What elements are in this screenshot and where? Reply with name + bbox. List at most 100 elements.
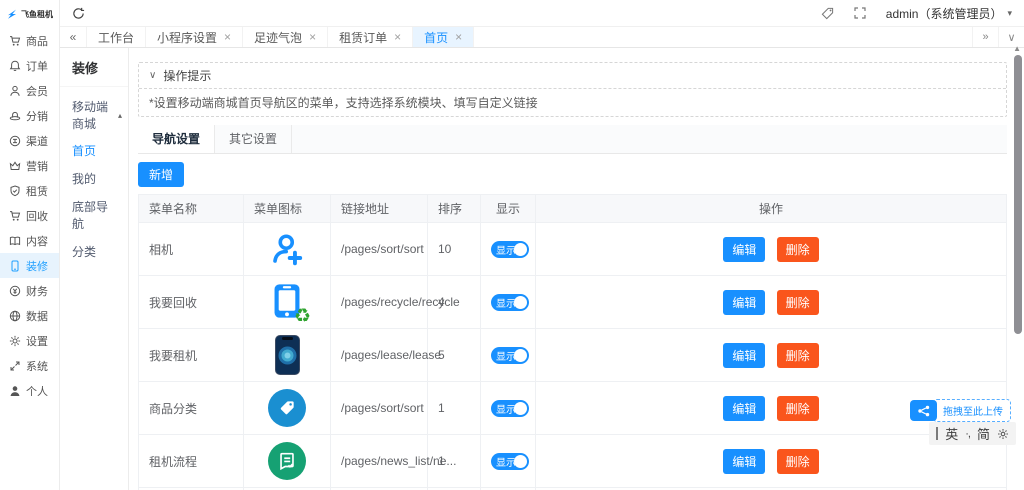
submenu-list: 首页 我的 底部导航 分类: [60, 136, 128, 265]
ime-toolbar[interactable]: 英 ·, 简: [929, 422, 1016, 445]
toggle-label: 显示: [496, 245, 516, 257]
system-icon: [9, 360, 21, 372]
cart-icon: [9, 210, 21, 222]
sidebar-item-label: 财务: [26, 285, 48, 298]
logo-icon: [6, 8, 18, 20]
show-toggle[interactable]: 显示: [491, 240, 529, 258]
edit-button[interactable]: 编辑: [723, 448, 766, 474]
submenu: 装修 移动端商城 ▴ 首页 我的 底部导航 分类: [60, 48, 129, 490]
table-header-row: 菜单名称 菜单图标 链接地址 排序 显示 操作: [138, 194, 1007, 223]
submenu-item-home[interactable]: 首页: [60, 136, 128, 164]
sidebar-item-label: 分销: [26, 110, 48, 123]
sidebar-item-label: 个人: [26, 385, 48, 398]
chevron-down-icon: ▾: [1007, 7, 1012, 18]
tabs-collapse-button[interactable]: «: [60, 27, 87, 47]
sidebar: 飞鱼租机 商品 订单 会员 分销 渠道 营销 租赁 回收 内容 装修 财务 数据…: [0, 0, 60, 490]
edit-button[interactable]: 编辑: [723, 236, 766, 262]
link-address: /pages/lease/lease: [330, 328, 441, 382]
sidebar-item-personal[interactable]: 个人: [0, 378, 59, 403]
ime-mode[interactable]: 简: [977, 424, 990, 443]
sort-value: 10: [427, 222, 481, 276]
hint-text: *设置移动端商城首页导航区的菜单，支持选择系统模块、填写自定义链接: [149, 96, 538, 110]
sidebar-item-members[interactable]: 会员: [0, 78, 59, 103]
link-address: /pages/sort/sort: [330, 381, 428, 435]
delete-button[interactable]: 删除: [776, 395, 819, 421]
tabs-expand-button[interactable]: »: [972, 27, 998, 47]
tag-icon[interactable]: [821, 7, 834, 20]
delete-button[interactable]: 删除: [776, 236, 819, 262]
delete-button[interactable]: 删除: [776, 448, 819, 474]
show-toggle[interactable]: 显示: [491, 346, 529, 364]
sidebar-item-lease[interactable]: 租赁: [0, 178, 59, 203]
toggle-label: 显示: [496, 404, 516, 416]
sidebar-item-goods[interactable]: 商品: [0, 28, 59, 53]
share-nodes-icon: [910, 400, 937, 421]
sidebar-item-marketing[interactable]: 营销: [0, 153, 59, 178]
hint-title: 操作提示: [163, 69, 212, 83]
sidebar-item-decorate[interactable]: 装修: [0, 253, 59, 278]
tab-home[interactable]: 首页 ×: [413, 27, 475, 47]
doc-check-badge-icon: [268, 442, 306, 480]
edit-button[interactable]: 编辑: [723, 342, 766, 368]
add-button[interactable]: 新增: [138, 162, 185, 187]
show-toggle[interactable]: 显示: [491, 293, 529, 311]
menu-name: 相机: [138, 222, 244, 276]
app-root: 飞鱼租机 商品 订单 会员 分销 渠道 营销 租赁 回收 内容 装修 财务 数据…: [0, 0, 1024, 490]
upload-dropzone[interactable]: 拖拽至此上传: [910, 399, 1011, 422]
user-name: admin（系统管理员）: [885, 6, 1003, 21]
tab-other-settings[interactable]: 其它设置: [215, 125, 293, 153]
submenu-item-mine[interactable]: 我的: [60, 164, 128, 192]
fullscreen-icon[interactable]: [854, 7, 866, 19]
sidebar-item-content[interactable]: 内容: [0, 228, 59, 253]
edit-button[interactable]: 编辑: [723, 289, 766, 315]
delete-button[interactable]: 删除: [776, 342, 819, 368]
bell-icon: [9, 60, 21, 72]
column-header: 链接地址: [330, 194, 428, 223]
refresh-icon[interactable]: [72, 7, 85, 20]
toggle-knob: [514, 401, 527, 415]
sidebar-item-orders[interactable]: 订单: [0, 53, 59, 78]
scrollbar[interactable]: [1014, 55, 1022, 334]
submenu-title: 装修: [60, 48, 128, 87]
close-icon[interactable]: ×: [394, 31, 401, 43]
sidebar-item-system[interactable]: 系统: [0, 353, 59, 378]
tab-nav-settings[interactable]: 导航设置: [138, 125, 216, 153]
cart-icon: [9, 35, 21, 47]
close-icon[interactable]: ×: [309, 31, 316, 43]
scrollbar-up-arrow[interactable]: ▲: [1013, 44, 1021, 53]
submenu-item-bottom-nav[interactable]: 底部导航: [60, 192, 128, 237]
upload-label: 拖拽至此上传: [933, 399, 1011, 422]
sidebar-item-data[interactable]: 数据: [0, 303, 59, 328]
submenu-group-mobile-mall[interactable]: 移动端商城 ▴: [60, 87, 128, 136]
app-logo[interactable]: 飞鱼租机: [0, 0, 59, 28]
show-toggle[interactable]: 显示: [491, 399, 529, 417]
delete-button[interactable]: 删除: [776, 289, 819, 315]
close-icon[interactable]: ×: [455, 31, 462, 43]
sidebar-item-settings[interactable]: 设置: [0, 328, 59, 353]
toggle-label: 显示: [496, 351, 516, 363]
menu-name: 我要租机: [138, 328, 244, 382]
ime-language[interactable]: 英: [945, 424, 958, 443]
hint-header[interactable]: ∨ 操作提示: [139, 63, 1006, 89]
sidebar-item-finance[interactable]: 财务: [0, 278, 59, 303]
sidebar-item-distribution[interactable]: 分销: [0, 103, 59, 128]
tab-label: 足迹气泡: [254, 30, 303, 45]
sort-value: 1: [427, 381, 481, 435]
tab-lease-orders[interactable]: 租赁订单 ×: [328, 27, 414, 47]
sidebar-item-channels[interactable]: 渠道: [0, 128, 59, 153]
submenu-item-category[interactable]: 分类: [60, 237, 128, 265]
user-menu[interactable]: admin（系统管理员） ▾: [886, 5, 1012, 22]
edit-button[interactable]: 编辑: [723, 395, 766, 421]
sidebar-item-recycle[interactable]: 回收: [0, 203, 59, 228]
hint-panel: ∨ 操作提示 *设置移动端商城首页导航区的菜单，支持选择系统模块、填写自定义链接: [138, 62, 1007, 117]
close-icon[interactable]: ×: [224, 31, 231, 43]
tab-footprint-bubble[interactable]: 足迹气泡 ×: [243, 27, 329, 47]
tab-mini-program-settings[interactable]: 小程序设置 ×: [146, 27, 244, 47]
globe-icon: [9, 310, 21, 322]
tab-workbench[interactable]: 工作台: [87, 27, 147, 47]
sidebar-menu: 商品 订单 会员 分销 渠道 营销 租赁 回收 内容 装修 财务 数据 设置 系…: [0, 28, 59, 403]
show-toggle[interactable]: 显示: [491, 452, 529, 470]
menu-icon-cell: [243, 222, 331, 276]
gear-icon[interactable]: [997, 428, 1009, 440]
ime-punctuation[interactable]: ·,: [965, 428, 971, 440]
